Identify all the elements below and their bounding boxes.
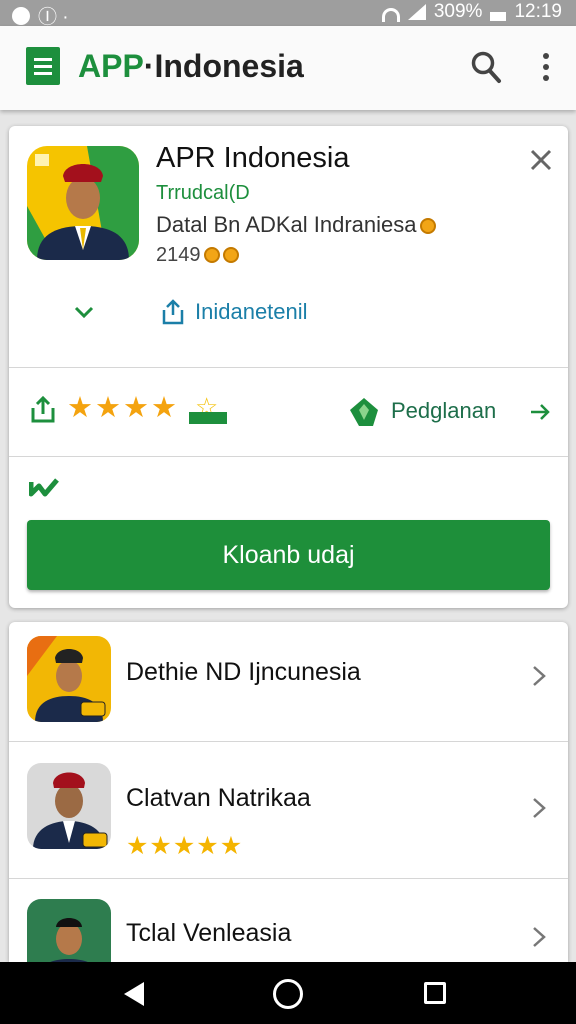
- chevron-right-icon[interactable]: [531, 664, 547, 688]
- divider: [9, 456, 568, 457]
- chevron-right-icon[interactable]: [531, 796, 547, 820]
- star-icon: ★: [219, 832, 243, 860]
- app-icon: [27, 146, 139, 260]
- star-icon: ★: [151, 392, 177, 424]
- battery-icon: [490, 11, 507, 21]
- star-icon: ★: [67, 392, 93, 424]
- list-item-title: Dethie ND Ijncunesia: [126, 658, 361, 686]
- menu-icon[interactable]: [26, 47, 60, 85]
- install-button[interactable]: Kloanb udaj: [27, 520, 550, 590]
- star-icon: ★: [172, 832, 196, 860]
- rating-count: 2149: [156, 244, 239, 267]
- list-item[interactable]: Dethie ND Ijncunesia: [9, 622, 568, 742]
- coin-icon: [222, 247, 239, 263]
- signal-icon: [407, 4, 426, 20]
- status-bar: Ⓘ · 309% 12:19: [0, 0, 576, 28]
- app-description: Datal Bn ADKal Indraniesa: [156, 212, 436, 238]
- app-title-suffix: ·Indonesia: [143, 48, 304, 84]
- app-title-prefix: APP: [78, 48, 144, 84]
- leaf-badge-icon: [350, 398, 378, 426]
- app-bar: APP·Indonesia: [0, 26, 576, 110]
- chevron-right-icon[interactable]: [531, 925, 547, 949]
- region-link[interactable]: Inidanetenil: [195, 299, 308, 325]
- arrow-right-icon[interactable]: [529, 402, 551, 422]
- search-icon[interactable]: [470, 50, 502, 84]
- status-left-glyphs: Ⓘ ·: [38, 7, 69, 28]
- list-item-icon: [27, 763, 111, 849]
- category-label[interactable]: Pedglanan: [391, 398, 496, 424]
- app-description-text: Datal Bn ADKal Indraniesa: [156, 212, 417, 237]
- list-item-icon-graphic: [27, 636, 111, 722]
- related-apps-list: Dethie ND Ijncunesia Clatvan Natrikaa ★ ★…: [9, 622, 568, 962]
- list-item[interactable]: Clatvan Natrikaa ★ ★ ★ ★ ★: [9, 742, 568, 862]
- upload-icon[interactable]: [29, 396, 57, 424]
- app-detail-card: APR Indonesia Trrudcal(D Datal Bn ADKal …: [9, 126, 568, 608]
- close-icon[interactable]: [529, 148, 553, 172]
- divider: [9, 367, 568, 368]
- list-item[interactable]: Tclal Venleasia: [9, 879, 568, 962]
- list-item-title: Clatvan Natrikaa: [126, 784, 311, 812]
- home-icon[interactable]: [273, 979, 303, 1009]
- back-icon[interactable]: [122, 980, 146, 1008]
- coin-icon: [419, 218, 436, 234]
- star-rating: ★ ★ ★ ★ ★: [126, 834, 242, 859]
- notification-icon: [12, 6, 30, 25]
- app-name: APR Indonesia: [156, 142, 350, 174]
- app-developer[interactable]: Trrudcal(D: [156, 182, 250, 205]
- rating-badge: ☆: [189, 392, 227, 428]
- list-item-title: Tclal Venleasia: [126, 919, 292, 947]
- list-item-icon: [27, 636, 111, 722]
- chevron-down-icon[interactable]: [73, 304, 95, 320]
- star-icon: ★: [123, 392, 149, 424]
- coin-icon: [203, 247, 220, 263]
- list-item-icon-graphic: [27, 763, 111, 849]
- rating-count-text: 2149: [156, 244, 201, 266]
- more-vert-icon[interactable]: [536, 52, 556, 82]
- app-title: APP·Indonesia: [78, 48, 304, 85]
- list-item-icon: [27, 899, 111, 962]
- recent-apps-icon[interactable]: [424, 982, 446, 1004]
- app-icon-graphic: [27, 146, 139, 260]
- star-rating: ★ ★ ★ ★: [67, 394, 177, 423]
- star-icon: ★: [95, 392, 121, 424]
- system-nav-bar: [0, 962, 576, 1024]
- verified-check-icon: [29, 478, 59, 497]
- star-icon: ★: [149, 832, 172, 860]
- star-icon: ★: [196, 832, 219, 860]
- star-icon: ★: [126, 832, 149, 860]
- battery-percent: 309%: [433, 1, 483, 22]
- share-icon[interactable]: [159, 298, 187, 326]
- wifi-icon: [381, 7, 400, 22]
- clock: 12:19: [514, 1, 562, 22]
- rating-badge-bar: [189, 412, 227, 424]
- list-item-icon-graphic: [27, 899, 111, 962]
